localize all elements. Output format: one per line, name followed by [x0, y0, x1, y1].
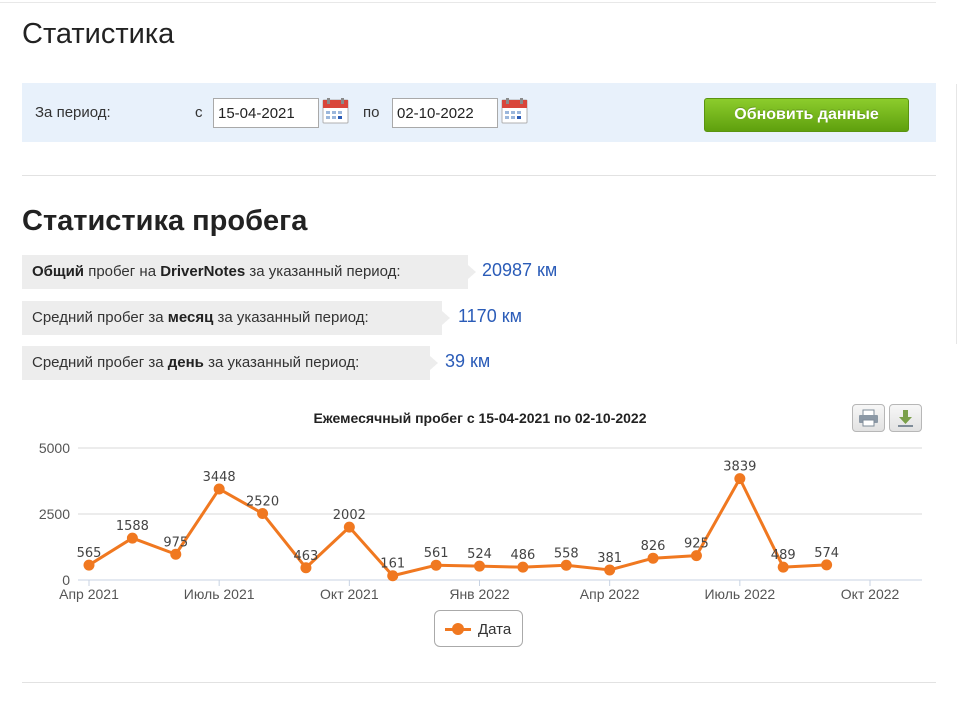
date-to-input[interactable] — [392, 98, 498, 128]
monthly-mileage-chart: 025005000Апр 2021 Июль 2021 Окт 2021 Янв 20… — [39, 440, 922, 602]
data-label: 2520 — [246, 494, 279, 509]
data-point — [170, 548, 182, 560]
x-tick-label: Июль 2021 — [184, 586, 255, 602]
calendar-from-button[interactable] — [322, 98, 349, 125]
data-label: 489 — [771, 548, 796, 563]
data-point — [560, 559, 572, 571]
data-point — [126, 532, 138, 544]
x-tick-label: Окт 2022 — [841, 586, 900, 602]
data-point — [257, 507, 269, 519]
y-tick-label: 2500 — [39, 506, 70, 522]
stat-label: Средний пробег за день за указанный пери… — [22, 346, 438, 380]
stat-value: 20987 км — [482, 260, 558, 280]
data-label: 486 — [510, 548, 535, 563]
x-tick-label: Апр 2022 — [580, 586, 640, 602]
data-point — [343, 521, 355, 533]
legend-marker — [452, 623, 464, 635]
data-label: 463 — [294, 549, 319, 564]
section-divider — [22, 175, 936, 176]
data-point — [474, 560, 485, 572]
stat-value: 39 км — [445, 351, 491, 371]
calendar-icon — [322, 98, 349, 124]
data-label: 2002 — [333, 508, 366, 523]
data-label: 1588 — [116, 519, 149, 534]
data-point — [300, 562, 312, 574]
data-label: 925 — [684, 537, 709, 552]
top-divider — [0, 2, 936, 3]
x-tick-label: Янв 2022 — [449, 586, 510, 602]
data-point — [517, 561, 529, 573]
stat-value: 1170 км — [458, 306, 522, 326]
series-line-date — [88, 477, 827, 578]
x-tick-label: Июль 2022 — [704, 586, 775, 602]
data-point — [690, 550, 702, 562]
data-label: 381 — [597, 551, 622, 566]
data-point — [777, 561, 789, 573]
legend-label: Дата — [478, 621, 512, 638]
page-title: Статистика — [22, 18, 175, 50]
data-point — [387, 570, 399, 582]
data-point — [83, 559, 95, 571]
chart-title: Ежемесячный пробег с 15-04-2021 по 02-10… — [313, 410, 647, 426]
data-label: 975 — [163, 535, 188, 550]
data-label: 565 — [77, 546, 102, 561]
download-chart-button[interactable] — [889, 404, 922, 432]
legend-item-date[interactable]: Дата — [434, 610, 523, 647]
period-filter-bar: За период: с по Обновить данные — [22, 83, 936, 142]
data-label: 561 — [424, 546, 449, 561]
data-label: 524 — [467, 547, 492, 562]
data-point — [213, 483, 225, 495]
calendar-icon — [501, 98, 528, 124]
print-chart-button[interactable] — [852, 404, 885, 432]
refresh-data-button[interactable]: Обновить данные — [704, 98, 909, 132]
data-label: 558 — [554, 546, 579, 561]
data-label: 161 — [380, 557, 405, 572]
stat-label: Средний пробег за месяц за указанный пер… — [22, 301, 450, 335]
x-tick-label: Апр 2021 — [59, 586, 119, 602]
x-tick-label: Окт 2021 — [320, 586, 379, 602]
mileage-section-title: Статистика пробега — [22, 205, 308, 237]
data-label: 3839 — [723, 460, 756, 475]
data-point — [430, 559, 442, 571]
period-label: За период: — [35, 104, 111, 121]
data-label: 826 — [641, 539, 666, 554]
date-from-input[interactable] — [213, 98, 319, 128]
data-point — [734, 473, 746, 485]
to-label: по — [363, 104, 380, 121]
data-label: 3448 — [203, 470, 236, 485]
stat-label: Общий пробег на DriverNotes за указанный… — [22, 255, 476, 289]
calendar-to-button[interactable] — [501, 98, 528, 125]
data-point — [647, 552, 659, 564]
y-tick-label: 5000 — [39, 440, 70, 456]
data-point — [821, 559, 833, 571]
right-divider — [956, 84, 957, 344]
bottom-divider — [22, 682, 936, 683]
download-icon — [898, 410, 913, 427]
data-point — [604, 564, 616, 576]
data-label: 574 — [814, 546, 839, 561]
from-label: с — [195, 104, 203, 121]
print-icon — [859, 409, 878, 427]
